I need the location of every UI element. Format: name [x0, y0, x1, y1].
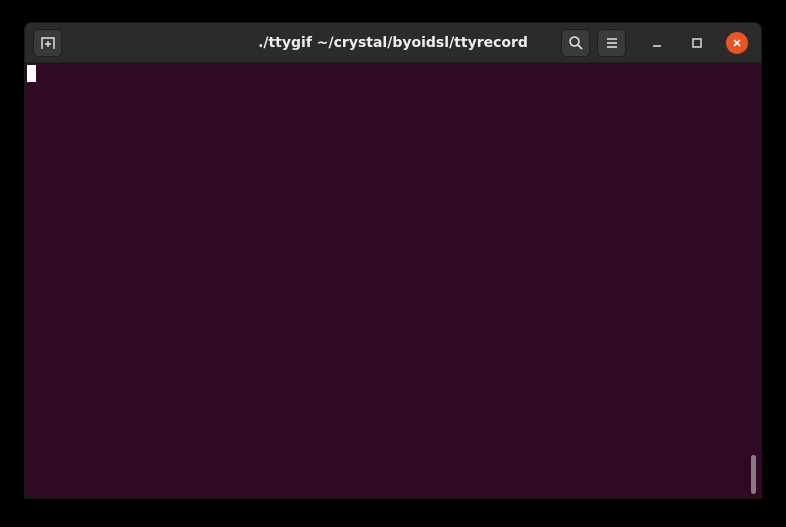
- window-title: ./ttygif ~/crystal/byoidsl/ttyrecord: [258, 35, 528, 51]
- maximize-icon: [692, 38, 702, 48]
- new-tab-icon: [40, 37, 55, 49]
- hamburger-menu-icon: [606, 38, 617, 48]
- minimize-icon: [653, 45, 661, 47]
- maximize-button[interactable]: [686, 32, 708, 54]
- search-icon: [568, 36, 583, 50]
- minimize-button[interactable]: [646, 32, 668, 54]
- search-button[interactable]: [561, 29, 590, 57]
- title-bar[interactable]: ./ttygif ~/crystal/byoidsl/ttyrecord: [25, 23, 761, 63]
- scrollbar-thumb[interactable]: [751, 455, 756, 494]
- terminal-area[interactable]: [25, 63, 761, 498]
- close-icon: [733, 39, 741, 47]
- text-cursor: [27, 65, 36, 82]
- menu-button[interactable]: [597, 29, 626, 57]
- terminal-window: ./ttygif ~/crystal/byoidsl/ttyrecord: [25, 23, 761, 498]
- new-tab-button[interactable]: [33, 29, 62, 57]
- close-button[interactable]: [726, 32, 748, 54]
